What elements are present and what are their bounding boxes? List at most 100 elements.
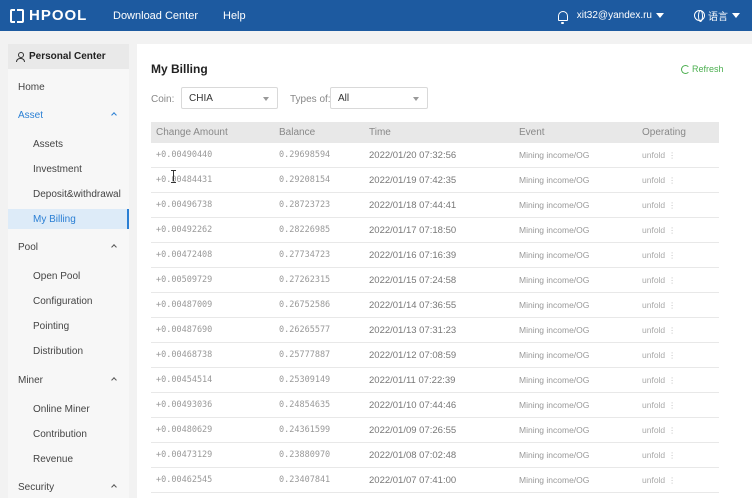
nav-help[interactable]: Help xyxy=(223,10,246,22)
top-navbar: HPOOL Download Center Help xit32@yandex.… xyxy=(0,0,752,31)
more-icon: ⋮ xyxy=(668,225,677,235)
sidebar-item-label: Investment xyxy=(33,163,82,175)
chevron-up-icon xyxy=(111,244,117,250)
unfold-label: unfold xyxy=(642,400,666,410)
sidebar-item-my-billing[interactable]: My Billing xyxy=(8,209,129,229)
unfold-label: unfold xyxy=(642,275,666,285)
time-cell: 2022/01/07 07:41:00 xyxy=(369,474,457,486)
sidebar-item-label: Contribution xyxy=(33,428,87,440)
time-cell: 2022/01/13 07:31:23 xyxy=(369,324,457,336)
unfold-link[interactable]: unfold ⋮ xyxy=(642,168,676,192)
unfold-link[interactable]: unfold ⋮ xyxy=(642,193,676,217)
unfold-label: unfold xyxy=(642,350,666,360)
more-icon: ⋮ xyxy=(668,400,677,410)
chevron-down-icon[interactable] xyxy=(656,13,664,18)
globe-icon[interactable] xyxy=(694,10,705,22)
table-body: +0.00490440 0.29698594 2022/01/20 07:32:56… xyxy=(151,143,719,493)
sidebar-item-label: Assets xyxy=(33,138,64,150)
table-row: +0.00487690 0.26265577 2022/01/13 07:31:23… xyxy=(151,318,719,343)
unfold-link[interactable]: unfold ⋮ xyxy=(642,343,676,367)
unfold-link[interactable]: unfold ⋮ xyxy=(642,368,676,392)
sidebar-group-asset[interactable]: Asset xyxy=(8,105,129,125)
change-amount-cell: +0.00473129 xyxy=(156,450,213,460)
refresh-button[interactable]: Refresh xyxy=(681,64,724,74)
change-amount-cell: +0.00509729 xyxy=(156,275,213,285)
change-amount-cell: +0.00472408 xyxy=(156,250,213,260)
time-cell: 2022/01/09 07:26:55 xyxy=(369,424,457,436)
unfold-link[interactable]: unfold ⋮ xyxy=(642,293,676,317)
change-amount-cell: +0.00496738 xyxy=(156,200,213,210)
more-icon: ⋮ xyxy=(668,275,677,285)
sidebar-item-revenue[interactable]: Revenue xyxy=(8,449,129,469)
sidebar-item-deposit-withdrawal[interactable]: Deposit&withdrawal xyxy=(8,184,129,204)
event-cell: Mining income/OG xyxy=(519,400,590,410)
more-icon: ⋮ xyxy=(668,200,677,210)
language-chevron-down-icon[interactable] xyxy=(732,13,740,18)
sidebar-item-pointing[interactable]: Pointing xyxy=(8,316,129,336)
sidebar-item-distribution[interactable]: Distribution xyxy=(8,341,129,361)
coin-select[interactable]: CHIA xyxy=(181,87,278,109)
table-row: +0.00472408 0.27734723 2022/01/16 07:16:39… xyxy=(151,243,719,268)
sidebar-item-label: Pool xyxy=(18,241,39,253)
hpool-logo[interactable]: HPOOL xyxy=(10,7,100,24)
sidebar-header: Personal Center xyxy=(8,44,129,69)
sidebar-item-configuration[interactable]: Configuration xyxy=(8,291,129,311)
user-email-menu[interactable]: xit32@yandex.ru xyxy=(577,10,652,21)
table-row: +0.00462545 0.23407841 2022/01/07 07:41:00… xyxy=(151,468,719,493)
sidebar-item-investment[interactable]: Investment xyxy=(8,159,129,179)
sidebar-item-home[interactable]: Home xyxy=(8,77,129,97)
sidebar-group-security[interactable]: Security xyxy=(8,477,129,497)
unfold-link[interactable]: unfold ⋮ xyxy=(642,318,676,342)
unfold-label: unfold xyxy=(642,450,666,460)
sidebar-item-online-miner[interactable]: Online Miner xyxy=(8,399,129,419)
unfold-link[interactable]: unfold ⋮ xyxy=(642,393,676,417)
language-menu[interactable]: 语言 xyxy=(708,8,728,23)
top-right-controls: xit32@yandex.ru 语言 xyxy=(557,0,752,31)
sidebar-group-pool[interactable]: Pool xyxy=(8,237,129,257)
column-header-balance: Balance xyxy=(279,127,316,138)
chevron-up-icon xyxy=(111,112,117,118)
sidebar-item-label: Miner xyxy=(18,374,44,386)
type-select[interactable]: All xyxy=(330,87,428,109)
sidebar-item-label: Revenue xyxy=(33,453,74,465)
column-header-time: Time xyxy=(369,127,391,138)
unfold-link[interactable]: unfold ⋮ xyxy=(642,468,676,492)
more-icon: ⋮ xyxy=(668,350,677,360)
sidebar-group-miner[interactable]: Miner xyxy=(8,370,129,390)
sidebar-item-label: Distribution xyxy=(33,345,84,357)
event-cell: Mining income/OG xyxy=(519,175,590,185)
sidebar-item-assets[interactable]: Assets xyxy=(8,134,129,154)
change-amount-cell: +0.00490440 xyxy=(156,150,213,160)
unfold-label: unfold xyxy=(642,300,666,310)
sidebar-header-label: Personal Center xyxy=(29,51,106,62)
event-cell: Mining income/OG xyxy=(519,325,590,335)
sidebar-item-label: Home xyxy=(18,81,45,93)
table-row: +0.00492262 0.28226985 2022/01/17 07:18:50… xyxy=(151,218,719,243)
sidebar-item-contribution[interactable]: Contribution xyxy=(8,424,129,444)
sidebar-item-open-pool[interactable]: Open Pool xyxy=(8,266,129,286)
unfold-link[interactable]: unfold ⋮ xyxy=(642,218,676,242)
unfold-link[interactable]: unfold ⋮ xyxy=(642,243,676,267)
page-title: My Billing xyxy=(151,62,208,76)
event-cell: Mining income/OG xyxy=(519,250,590,260)
sidebar-item-label: Pointing xyxy=(33,320,70,332)
event-cell: Mining income/OG xyxy=(519,350,590,360)
table-row: +0.00484431 0.29208154 2022/01/19 07:42:35… xyxy=(151,168,719,193)
balance-cell: 0.28226985 xyxy=(279,225,331,235)
chevron-down-icon xyxy=(413,97,419,101)
time-cell: 2022/01/18 07:44:41 xyxy=(369,199,457,211)
time-cell: 2022/01/15 07:24:58 xyxy=(369,274,457,286)
unfold-link[interactable]: unfold ⋮ xyxy=(642,418,676,442)
balance-cell: 0.29208154 xyxy=(279,175,331,185)
unfold-link[interactable]: unfold ⋮ xyxy=(642,268,676,292)
unfold-link[interactable]: unfold ⋮ xyxy=(642,443,676,467)
unfold-link[interactable]: unfold ⋮ xyxy=(642,143,676,167)
balance-cell: 0.27262315 xyxy=(279,275,331,285)
nav-download-center[interactable]: Download Center xyxy=(113,10,198,22)
sidebar-item-label: Asset xyxy=(18,109,44,121)
bell-icon[interactable] xyxy=(557,10,568,24)
change-amount-cell: +0.00487009 xyxy=(156,300,213,310)
logo-text: HPOOL xyxy=(29,7,88,24)
event-cell: Mining income/OG xyxy=(519,475,590,485)
table-header: Change Amount Balance Time Event Operati… xyxy=(151,122,719,143)
